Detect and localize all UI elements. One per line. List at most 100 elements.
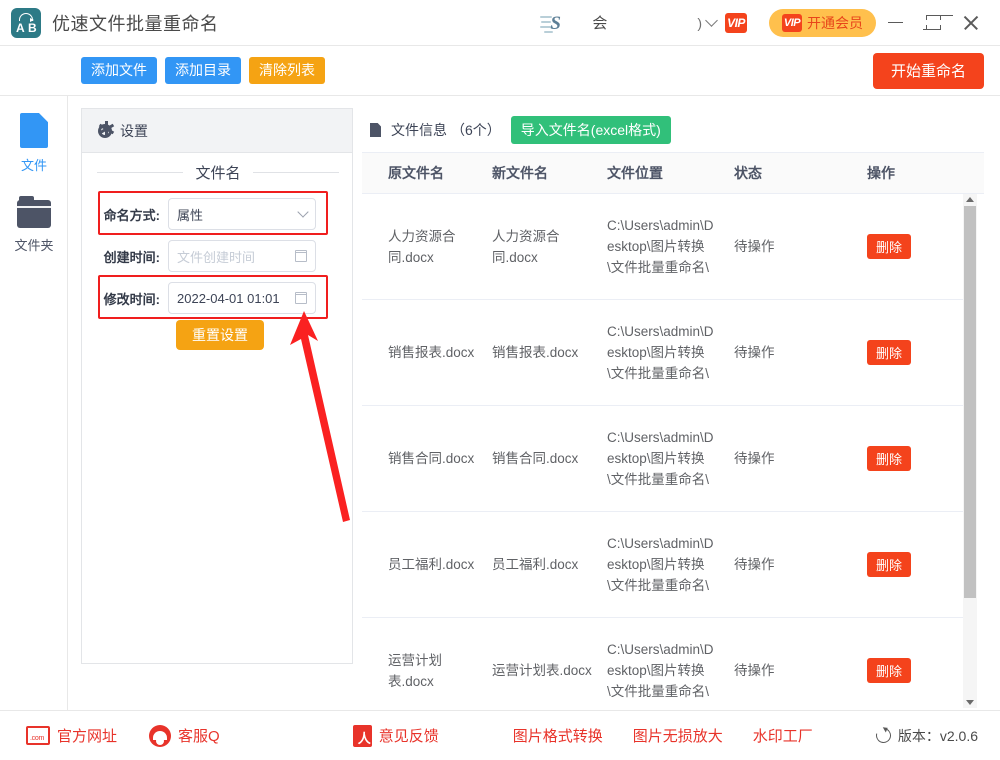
refresh-icon[interactable] bbox=[873, 725, 894, 746]
qq-number-redaction bbox=[226, 728, 323, 743]
website-icon: .com bbox=[26, 726, 50, 745]
chevron-down-icon bbox=[297, 206, 309, 218]
naming-method-row: 命名方式: 属性 bbox=[82, 197, 354, 231]
table-row: 销售报表.docx 销售报表.docx C:\Users\admin\Desktop… bbox=[362, 300, 969, 406]
account-name[interactable]: 会 bbox=[592, 12, 607, 33]
official-website-link[interactable]: .com 官方网址 bbox=[26, 725, 117, 746]
customer-service-label: 客服Q bbox=[178, 728, 220, 745]
close-icon bbox=[963, 15, 979, 31]
cell-status: 待操作 bbox=[734, 557, 775, 572]
delete-row-button[interactable]: 删除 bbox=[867, 234, 912, 259]
chevron-down-icon[interactable] bbox=[705, 14, 718, 27]
divider-line-right bbox=[252, 171, 339, 173]
scroll-down-arrow-icon[interactable] bbox=[966, 700, 974, 705]
file-table-header-row: 原文件名 新文件名 文件位置 状态 操作 bbox=[362, 152, 984, 194]
cell-new-filename: 销售报表.docx bbox=[492, 345, 579, 360]
column-header-location: 文件位置 bbox=[607, 165, 663, 181]
cell-new-filename: 运营计划表.docx bbox=[492, 663, 592, 678]
titlebar-right-group: S 会 ) VIP VIP 开通会员 bbox=[540, 0, 1000, 46]
naming-method-select[interactable]: 属性 bbox=[168, 198, 316, 230]
cell-original-filename: 员工福利.docx bbox=[388, 557, 475, 572]
close-button[interactable] bbox=[952, 0, 990, 46]
cell-file-location: C:\Users\admin\Desktop\图片转换\文件批量重命名\ bbox=[607, 218, 714, 275]
scroll-up-arrow-icon[interactable] bbox=[966, 197, 974, 202]
minimize-icon bbox=[887, 21, 903, 24]
import-filenames-button[interactable]: 导入文件名(excel格式) bbox=[510, 116, 671, 144]
maximize-button[interactable] bbox=[914, 0, 953, 46]
modified-time-row: 修改时间: 2022-04-01 01:01 bbox=[82, 281, 354, 315]
sidebar-item-files[interactable]: 文件 bbox=[0, 113, 68, 174]
watermark-factory-link[interactable]: 水印工厂 bbox=[753, 725, 813, 746]
rename-app-icon: A B bbox=[11, 7, 41, 38]
feedback-link[interactable]: 人 意见反馈 bbox=[352, 724, 439, 747]
cell-status: 待操作 bbox=[734, 345, 775, 360]
cell-new-filename: 员工福利.docx bbox=[492, 557, 579, 572]
account-avatar-icon: S bbox=[540, 8, 590, 38]
icon-letter-a: A bbox=[16, 20, 25, 35]
delete-row-button[interactable]: 删除 bbox=[867, 552, 912, 577]
sidebar-item-folders[interactable]: 文件夹 bbox=[0, 196, 68, 254]
minimize-button[interactable] bbox=[876, 0, 914, 46]
icon-letter-b: B bbox=[28, 20, 37, 35]
filename-section-title: 文件名 bbox=[195, 164, 241, 182]
maximize-icon bbox=[922, 15, 953, 30]
delete-row-button[interactable]: 删除 bbox=[867, 446, 912, 471]
cell-action: 删除 bbox=[832, 446, 952, 471]
account-paren: ) bbox=[697, 14, 702, 31]
cell-action: 删除 bbox=[832, 552, 952, 577]
customer-service-link[interactable]: 客服Q bbox=[149, 724, 323, 747]
vip-mark-icon: VIP bbox=[782, 13, 802, 32]
scrollbar-thumb[interactable] bbox=[964, 206, 976, 598]
table-row: 人力资源合同.docx 人力资源合同.docx C:\Users\admin\Des… bbox=[362, 194, 969, 300]
calendar-icon bbox=[294, 292, 307, 304]
calendar-icon bbox=[294, 250, 307, 262]
arrow-arc-icon bbox=[19, 12, 34, 22]
title-bar: A B 优速文件批量重命名 S 会 ) VIP VIP 开通会员 bbox=[0, 0, 1000, 46]
image-convert-link[interactable]: 图片格式转换 bbox=[513, 725, 603, 746]
table-row: 员工福利.docx 员工福利.docx C:\Users\admin\Desktop… bbox=[362, 512, 969, 618]
cell-original-filename: 运营计划表.docx bbox=[388, 652, 442, 689]
main-toolbar: 添加文件 添加目录 清除列表 开始重命名 bbox=[0, 46, 1000, 96]
table-row: 销售合同.docx 销售合同.docx C:\Users\admin\Desktop… bbox=[362, 406, 969, 512]
version-group[interactable]: 版本：v2.0.6 bbox=[873, 725, 978, 746]
clear-list-button[interactable]: 清除列表 bbox=[249, 57, 325, 84]
document-icon bbox=[20, 113, 48, 148]
file-table-scrollbar[interactable] bbox=[963, 194, 977, 708]
file-info-icon bbox=[370, 123, 381, 137]
add-directory-button[interactable]: 添加目录 bbox=[165, 57, 241, 84]
modified-time-input[interactable]: 2022-04-01 01:01 bbox=[168, 282, 316, 314]
feedback-icon: 人 bbox=[352, 724, 372, 747]
cell-file-location: C:\Users\admin\Desktop\图片转换\文件批量重命名\ bbox=[607, 536, 714, 593]
naming-method-label: 命名方式: bbox=[103, 207, 160, 223]
vip-badge-icon[interactable]: VIP bbox=[725, 12, 747, 33]
start-rename-button[interactable]: 开始重命名 bbox=[872, 52, 984, 89]
created-time-label: 创建时间: bbox=[103, 249, 160, 265]
image-enlarge-link[interactable]: 图片无损放大 bbox=[633, 725, 723, 746]
gear-icon bbox=[98, 121, 115, 138]
cell-original-filename: 销售合同.docx bbox=[388, 451, 475, 466]
left-rail: 文件 文件夹 bbox=[0, 96, 68, 710]
file-table-body: 人力资源合同.docx 人力资源合同.docx C:\Users\admin\Des… bbox=[362, 194, 969, 708]
settings-panel: 设置 文件名 命名方式: 属性 创建时间: 文件创建时间 修改时间: 2022-… bbox=[81, 108, 353, 664]
created-time-placeholder: 文件创建时间 bbox=[177, 249, 256, 265]
delete-row-button[interactable]: 删除 bbox=[867, 658, 912, 683]
open-vip-label: 开通会员 bbox=[807, 14, 863, 31]
column-header-original: 原文件名 bbox=[388, 165, 444, 181]
sidebar-item-folders-label: 文件夹 bbox=[14, 238, 54, 253]
delete-row-button[interactable]: 删除 bbox=[867, 340, 912, 365]
open-vip-button[interactable]: VIP 开通会员 bbox=[769, 8, 876, 37]
created-time-input[interactable]: 文件创建时间 bbox=[168, 240, 316, 272]
file-list-panel: 文件信息 （6个） 导入文件名(excel格式) 原文件名 新文件名 文件位置 … bbox=[362, 108, 984, 708]
app-window: A B 优速文件批量重命名 S 会 ) VIP VIP 开通会员 添加文件 添加… bbox=[0, 0, 1000, 760]
sidebar-item-files-label: 文件 bbox=[20, 158, 47, 173]
cell-action: 删除 bbox=[832, 234, 952, 259]
cell-status: 待操作 bbox=[734, 663, 775, 678]
cell-original-filename: 人力资源合同.docx bbox=[388, 228, 456, 265]
add-file-button[interactable]: 添加文件 bbox=[81, 57, 157, 84]
filename-section-divider: 文件名 bbox=[82, 161, 354, 183]
file-info-count: （6个） bbox=[451, 122, 501, 138]
reset-settings-button[interactable]: 重置设置 bbox=[176, 320, 264, 350]
account-name-redaction bbox=[611, 14, 698, 31]
cell-status: 待操作 bbox=[734, 451, 775, 466]
column-header-action: 操作 bbox=[867, 165, 895, 181]
